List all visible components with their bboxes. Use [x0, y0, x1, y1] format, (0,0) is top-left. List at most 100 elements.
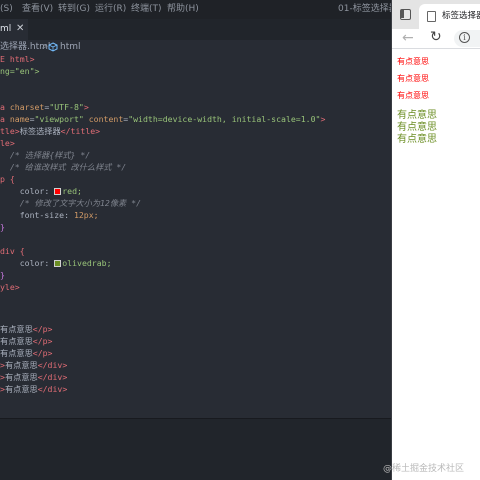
code-token: </title> [60, 126, 101, 136]
menu-item-run[interactable]: 运行(R) [95, 4, 126, 15]
code-token: } [0, 270, 5, 280]
close-icon[interactable]: ✕ [16, 22, 24, 36]
code-token: red; [62, 186, 82, 196]
code-token: "UTF-8" [49, 102, 84, 112]
code-token: 有点意思 [0, 348, 33, 358]
editor-tab-bar: ml ✕ [0, 19, 391, 40]
code-line: /* 选择器{样式} */ [0, 149, 90, 161]
paragraph-text: 有点意思 [397, 74, 429, 83]
code-token: charset [9, 102, 45, 112]
tab-actions-icon[interactable] [400, 9, 411, 20]
editor-tab-html[interactable]: ml ✕ [0, 19, 28, 40]
code-line: >有点意思</div> [0, 383, 67, 395]
code-token: 有点意思 [4, 372, 38, 382]
code-line: 有点意思</p> [0, 347, 52, 359]
menu-item-go[interactable]: 转到(G) [58, 4, 90, 15]
code-token: 有点意思 [0, 324, 33, 334]
code-line: color: red; [0, 185, 82, 197]
code-token: a [0, 102, 10, 112]
window-title: 01-标签选择器 [338, 4, 391, 14]
code-line: div { [0, 245, 25, 257]
div-text: 有点意思 [397, 134, 437, 145]
code-token: "viewport" [34, 114, 84, 124]
code-line: } [0, 269, 5, 281]
code-token: tle> [0, 126, 20, 136]
browser-tab[interactable]: 标签选择器 [419, 4, 480, 29]
code-token: div { [0, 246, 25, 256]
code-token: </p> [32, 348, 53, 358]
code-token: 有点意思 [0, 336, 33, 346]
code-token: content [88, 114, 124, 124]
code-line: /* 给谁改样式 改什么样式 */ [0, 161, 126, 173]
menu-item-terminal[interactable]: 终端(T) [131, 4, 162, 15]
code-comment: /* 给谁改样式 改什么样式 */ [9, 162, 127, 172]
code-token: </p> [32, 324, 53, 334]
div-text: 有点意思 [397, 122, 437, 133]
code-token: color: [19, 186, 55, 196]
info-icon[interactable]: i [459, 32, 470, 43]
div-text: 有点意思 [397, 110, 437, 121]
code-token: a [0, 114, 10, 124]
paragraph-text: 有点意思 [397, 57, 429, 66]
code-token: yle> [0, 282, 20, 292]
address-bar[interactable]: i [454, 30, 480, 47]
code-line: tle>标签选择器</title> [0, 125, 100, 137]
code-line: a name="viewport" content="width=device-… [0, 114, 326, 124]
code-line: ng="en"> [0, 65, 39, 77]
editor-tab-label: ml [0, 24, 12, 34]
page-content: 有点意思 有点意思 有点意思 有点意思 有点意思 有点意思 [392, 50, 480, 480]
code-token: </div> [37, 372, 68, 382]
page-icon [427, 11, 436, 22]
element-node-icon [48, 42, 58, 52]
reload-icon[interactable]: ↻ [430, 28, 442, 46]
code-token: p { [0, 174, 15, 184]
code-line: p { [0, 173, 15, 185]
code-line: 有点意思</p> [0, 335, 52, 347]
code-line: /* 修改了文字大小为12像素 */ [0, 197, 141, 209]
code-comment: /* 选择器{样式} */ [9, 150, 91, 160]
browser-tab-strip: 标签选择器 [392, 0, 480, 29]
code-line: E html> [0, 53, 35, 65]
code-token: </div> [37, 360, 68, 370]
code-token: olivedrab; [62, 258, 112, 268]
code-token: font-size: [19, 210, 74, 220]
breadcrumb-node[interactable]: html [60, 41, 81, 53]
watermark: @稀土掘金技术社区 [383, 464, 465, 474]
code-token: color: [19, 258, 55, 268]
browser-toolbar: ← ↻ i [392, 29, 480, 49]
code-comment: /* 修改了文字大小为12像素 */ [19, 198, 142, 208]
code-token: 12px; [73, 210, 99, 220]
menu-item-view[interactable]: 查看(V) [22, 4, 53, 15]
code-token: </div> [37, 384, 68, 394]
code-token: le> [0, 138, 15, 148]
code-line: yle> [0, 281, 20, 293]
menu-bar: (S) 查看(V) 转到(G) 运行(R) 终端(T) 帮助(H) 01-标签选… [0, 0, 391, 19]
code-token: } [0, 222, 5, 232]
browser-tab-title: 标签选择器 [442, 11, 480, 21]
code-token: ng="en"> [0, 66, 40, 76]
back-arrow-icon[interactable]: ← [402, 29, 414, 47]
code-token: name [9, 114, 30, 124]
code-area[interactable]: E html> ng="en"> a charset="UTF-8"> a na… [0, 53, 391, 403]
browser-window: 标签选择器 ← ↻ i 有点意思 有点意思 有点意思 有点意思 有点意思 有点意… [391, 0, 480, 480]
paragraph-text: 有点意思 [397, 91, 429, 100]
code-line: 有点意思</p> [0, 323, 52, 335]
code-line: le> [0, 137, 15, 149]
bottom-panel [0, 418, 391, 480]
code-line: color: olivedrab; [0, 257, 112, 269]
code-line: >有点意思</div> [0, 359, 67, 371]
code-token: "width=device-width, initial-scale=1.0" [128, 114, 321, 124]
color-swatch[interactable] [54, 260, 62, 267]
code-token: 标签选择器 [19, 126, 61, 136]
code-token: E html> [0, 54, 35, 64]
code-line: a charset="UTF-8"> [0, 102, 89, 112]
code-line: >有点意思</div> [0, 371, 67, 383]
menu-item-selection[interactable]: (S) [0, 4, 13, 15]
code-token: 有点意思 [4, 360, 38, 370]
color-swatch[interactable] [54, 188, 62, 195]
code-line: } [0, 221, 5, 233]
code-token: </p> [32, 336, 53, 346]
menu-item-help[interactable]: 帮助(H) [167, 4, 199, 15]
code-editor: (S) 查看(V) 转到(G) 运行(R) 终端(T) 帮助(H) 01-标签选… [0, 0, 391, 480]
code-line: font-size: 12px; [0, 209, 99, 221]
